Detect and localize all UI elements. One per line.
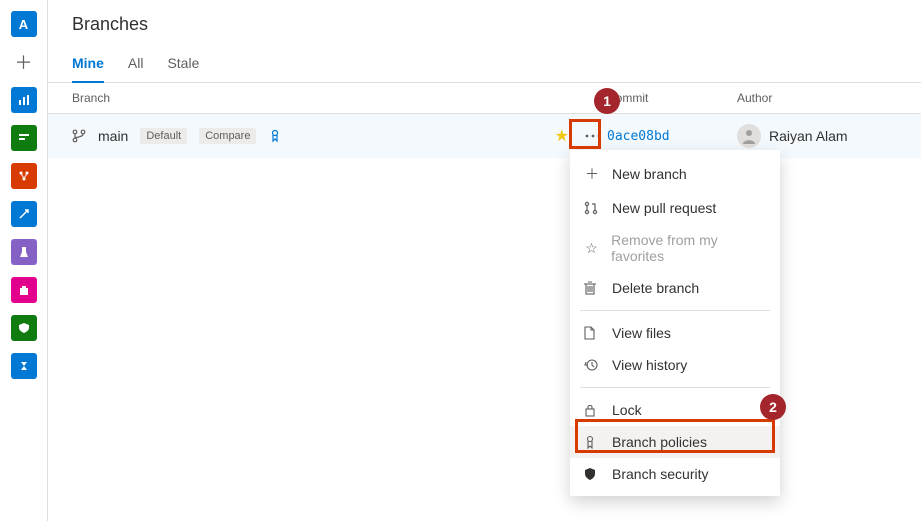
branch-row[interactable]: main Default Compare ★ 0ace08bd Raiyan A… <box>48 114 921 158</box>
policy-icon <box>584 435 600 449</box>
ellipsis-icon <box>585 134 601 138</box>
col-branch-header: Branch <box>72 91 607 105</box>
rail-compliance[interactable] <box>8 312 40 344</box>
callout-number-1: 1 <box>594 88 620 114</box>
rail-artifacts[interactable] <box>8 274 40 306</box>
menu-branch-security[interactable]: Branch security <box>570 458 780 490</box>
author-name: Raiyan Alam <box>769 128 848 144</box>
menu-remove-favorite: ☆Remove from my favorites <box>570 224 780 272</box>
menu-new-branch[interactable]: ＋New branch <box>570 156 780 192</box>
page-header: Branches <box>48 0 921 35</box>
plus-icon: ＋ <box>584 164 600 184</box>
author-cell: Raiyan Alam <box>737 124 897 148</box>
menu-separator <box>580 310 770 311</box>
overview-icon <box>11 87 37 113</box>
main-content: Branches Mine All Stale Branch Commit Au… <box>48 0 921 521</box>
repos-icon <box>11 163 37 189</box>
menu-branch-policies[interactable]: Branch policies <box>570 426 780 458</box>
nav-rail: A ＋ <box>0 0 48 521</box>
tab-all[interactable]: All <box>128 49 144 82</box>
branch-context-menu: ＋New branch New pull request ☆Remove fro… <box>570 150 780 496</box>
page-title: Branches <box>72 14 897 35</box>
menu-view-files[interactable]: View files <box>570 317 780 349</box>
plus-icon: ＋ <box>15 49 33 75</box>
rail-add[interactable]: ＋ <box>8 46 40 78</box>
boards-icon <box>11 125 37 151</box>
testplans-icon <box>11 239 37 265</box>
menu-view-history[interactable]: View history <box>570 349 780 381</box>
menu-lock[interactable]: Lock <box>570 394 780 426</box>
rail-repos[interactable] <box>8 160 40 192</box>
branch-icon <box>72 129 86 143</box>
hourglass-icon <box>11 353 37 379</box>
policy-badge-icon <box>268 129 282 143</box>
col-author-header: Author <box>737 91 897 105</box>
file-icon <box>584 326 600 340</box>
branch-cell: main Default Compare <box>72 128 555 144</box>
history-icon <box>584 358 600 372</box>
default-badge: Default <box>140 128 187 144</box>
more-actions-button[interactable] <box>579 122 607 150</box>
rail-pipelines[interactable] <box>8 198 40 230</box>
rail-avatar[interactable]: A <box>8 8 40 40</box>
compliance-icon <box>11 315 37 341</box>
tabs-bar: Mine All Stale <box>48 49 921 83</box>
callout-number-2: 2 <box>760 394 786 420</box>
rail-testplans[interactable] <box>8 236 40 268</box>
commit-link[interactable]: 0ace08bd <box>607 129 737 144</box>
col-commit-header: Commit <box>607 91 737 105</box>
compare-badge: Compare <box>199 128 256 144</box>
branch-name: main <box>98 128 128 144</box>
shield-icon <box>584 467 600 481</box>
rail-boards[interactable] <box>8 122 40 154</box>
column-headers: Branch Commit Author <box>48 83 921 114</box>
rail-hourglass[interactable] <box>8 350 40 382</box>
author-avatar <box>737 124 761 148</box>
lock-icon <box>584 403 600 417</box>
menu-separator <box>580 387 770 388</box>
rail-overview[interactable] <box>8 84 40 116</box>
artifacts-icon <box>11 277 37 303</box>
star-outline-icon: ☆ <box>584 240 599 257</box>
pipelines-icon <box>11 201 37 227</box>
favorite-star-icon[interactable]: ★ <box>555 126 569 146</box>
person-icon <box>741 128 757 144</box>
menu-delete-branch[interactable]: Delete branch <box>570 272 780 304</box>
pull-request-icon <box>584 201 600 215</box>
tab-stale[interactable]: Stale <box>167 49 199 82</box>
trash-icon <box>584 281 600 295</box>
menu-new-pr[interactable]: New pull request <box>570 192 780 224</box>
avatar-square: A <box>11 11 37 37</box>
tab-mine[interactable]: Mine <box>72 49 104 83</box>
